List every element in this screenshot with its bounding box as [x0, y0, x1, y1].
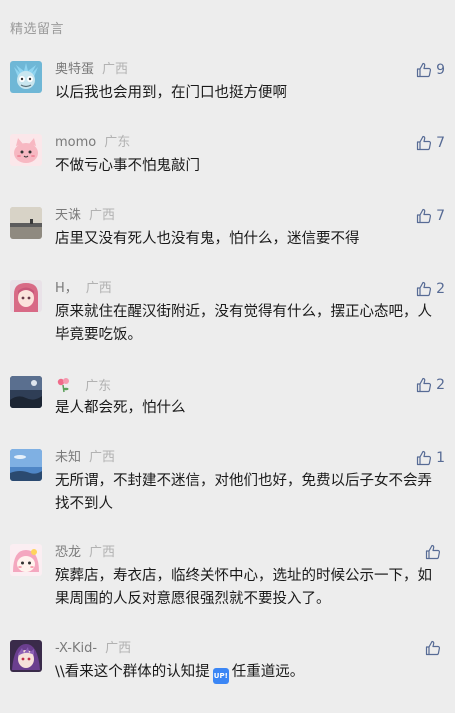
like-count: 2: [436, 281, 445, 297]
location: 广西: [85, 281, 112, 296]
comment-text: 殡葬店，寿衣店，临终关怀中心，选址的时候公示一下，如果周围的人反对意愿很强烈就不…: [55, 568, 432, 607]
landscape-avatar-icon: [10, 207, 42, 239]
comment-meta: -X-Kid- 广西: [55, 640, 131, 658]
comment-meta: 恐龙 广西: [55, 544, 115, 562]
like-button[interactable]: 1: [416, 449, 445, 467]
comment-text: 原来就住在醒汉街附近，没有觉得有什么，摆正心态吧，人毕竟要吃饭。: [55, 304, 432, 343]
location: 广西: [89, 450, 116, 465]
comment-text: 无所谓，不封建不迷信，对他们也好，免费以后子女不会弄找不到人: [55, 473, 432, 512]
comment-text: 不做亏心事不怕鬼敲门: [55, 158, 200, 174]
like-count: 7: [436, 208, 445, 224]
thumbs-up-icon: [416, 281, 432, 297]
comment-list: 奥特蛋 广西 9 以后我也会用到，在门口也挺方便啊 momo 广东 7 不做亏心…: [0, 0, 455, 713]
night-avatar-icon: [10, 376, 42, 408]
thumbs-up-icon: [416, 62, 432, 78]
nickname[interactable]: 恐龙: [55, 545, 81, 560]
like-button[interactable]: [425, 640, 445, 656]
comment-text: 以后我也会用到，在门口也挺方便啊: [55, 85, 287, 101]
thumbs-up-icon: [416, 208, 432, 224]
thumbs-up-icon: [416, 135, 432, 151]
like-count: 1: [436, 450, 445, 466]
avatar[interactable]: [10, 134, 42, 166]
like-count: 7: [436, 135, 445, 151]
pink-cat-avatar-icon: [10, 134, 42, 166]
thumbs-up-icon: [425, 544, 441, 560]
rick-avatar-icon: [10, 61, 42, 93]
thumbs-up-icon: [416, 450, 432, 466]
nickname[interactable]: 天诛: [55, 208, 81, 223]
avatar[interactable]: [10, 280, 42, 312]
up-emoji-icon: UP!: [212, 668, 229, 684]
thumbs-up-icon: [425, 640, 441, 656]
anime-girl-avatar-icon: [10, 280, 42, 312]
pink-character-avatar-icon: [10, 544, 42, 576]
like-button[interactable]: 2: [416, 280, 445, 298]
avatar[interactable]: [10, 640, 42, 672]
comment-meta: 广东: [55, 376, 111, 396]
avatar[interactable]: [10, 544, 42, 576]
avatar[interactable]: [10, 449, 42, 481]
comment-text-part: \\看来这个群体的认知提: [55, 664, 210, 680]
location: 广东: [104, 135, 131, 150]
comment-meta: 天诛 广西: [55, 207, 115, 225]
like-button[interactable]: 7: [416, 207, 445, 225]
avatar[interactable]: [10, 61, 42, 93]
location: 广西: [89, 208, 116, 223]
like-button[interactable]: 7: [416, 134, 445, 152]
comment-text: 是人都会死，怕什么: [55, 400, 186, 416]
blue-sky-avatar-icon: [10, 449, 42, 481]
nickname[interactable]: 未知: [55, 450, 81, 465]
location: 广西: [102, 62, 129, 77]
like-count: 9: [436, 62, 445, 78]
comment-text: 店里又没有死人也没有鬼，怕什么，迷信要不得: [55, 231, 360, 247]
comment-meta: momo 广东: [55, 134, 130, 152]
comment-meta: 未知 广西: [55, 449, 115, 467]
nickname[interactable]: -X-Kid-: [55, 641, 97, 656]
like-count: 2: [436, 377, 445, 393]
avatar[interactable]: [10, 376, 42, 408]
like-button[interactable]: 2: [416, 376, 445, 394]
location: 广西: [89, 545, 116, 560]
comment-meta: H， 广西: [55, 280, 112, 298]
nickname[interactable]: H，: [55, 281, 78, 296]
comment-text: \\看来这个群体的认知提 UP! 任重道远。: [55, 661, 443, 684]
location: 广东: [85, 379, 112, 394]
location: 广西: [105, 641, 132, 656]
flower-emoji-icon: [57, 378, 69, 393]
anime-boy-avatar-icon: [10, 640, 42, 672]
like-button[interactable]: [425, 544, 445, 560]
nickname[interactable]: momo: [55, 135, 96, 150]
like-button[interactable]: 9: [416, 61, 445, 79]
nickname[interactable]: 奥特蛋: [55, 62, 94, 77]
avatar[interactable]: [10, 207, 42, 239]
comment-text-part: 任重道远。: [231, 664, 305, 680]
thumbs-up-icon: [416, 377, 432, 393]
comment-meta: 奥特蛋 广西: [55, 61, 128, 79]
